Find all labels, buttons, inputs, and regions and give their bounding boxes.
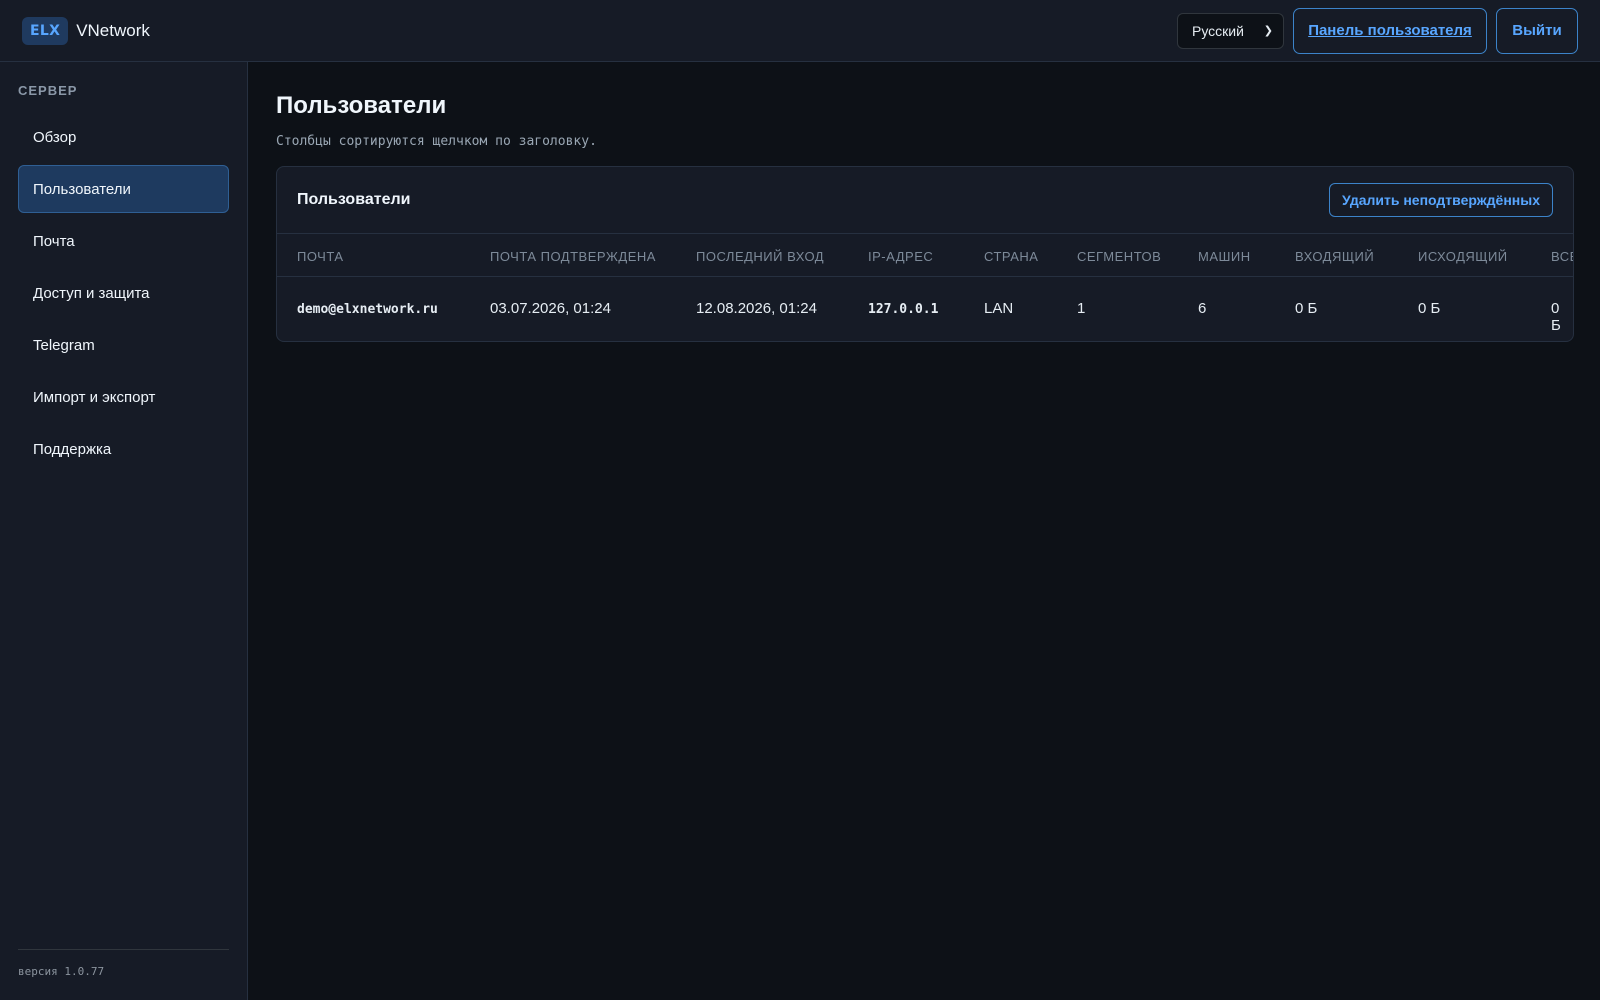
column-header-outgoing[interactable]: ИСХОДЯЩИЙ (1418, 249, 1508, 264)
page-subtitle: Столбцы сортируются щелчком по заголовку… (276, 134, 597, 149)
logo-badge: ELX (22, 16, 69, 45)
cell-incoming: 0 Б (1295, 300, 1318, 317)
sidebar-item-mail[interactable]: Почта (18, 217, 229, 265)
cell-ip: 127.0.0.1 (868, 302, 939, 317)
sidebar-nav: Обзор Пользователи Почта Доступ и защита… (18, 113, 229, 473)
cell-last-login: 12.08.2026, 01:24 (696, 300, 817, 317)
cell-machines: 6 (1198, 300, 1207, 317)
user-panel-button[interactable]: Панель пользователя (1293, 7, 1487, 54)
cell-email: demo@elxnetwork.ru (297, 302, 438, 317)
sidebar-item-overview[interactable]: Обзор (18, 113, 229, 161)
column-header-email[interactable]: ПОЧТА (297, 249, 344, 264)
sidebar-item-users[interactable]: Пользователи (18, 165, 229, 213)
top-bar-actions: Русский ❯ Панель пользователя Выйти (1177, 7, 1578, 54)
cell-email-confirmed: 03.07.2026, 01:24 (490, 300, 611, 317)
sidebar-item-telegram[interactable]: Telegram (18, 321, 229, 369)
cell-country: LAN (984, 300, 1014, 317)
brand-name: VNetwork (76, 20, 150, 40)
language-select-value: Русский (1192, 22, 1244, 39)
column-header-segments[interactable]: СЕГМЕНТОВ (1077, 249, 1161, 264)
card-header: Пользователи Удалить неподтверждённых (277, 167, 1573, 234)
page-title: Пользователи (276, 92, 447, 119)
sidebar-item-import-export[interactable]: Импорт и экспорт (18, 373, 229, 421)
main-content: Пользователи Столбцы сортируются щелчком… (276, 62, 1574, 342)
column-header-incoming[interactable]: ВХОДЯЩИЙ (1295, 249, 1374, 264)
sidebar-item-access-security[interactable]: Доступ и защита (18, 269, 229, 317)
chevron-down-icon: ❯ (1263, 25, 1273, 37)
column-header-machines[interactable]: МАШИН (1198, 249, 1251, 264)
column-header-ip[interactable]: IP-АДРЕС (868, 249, 933, 264)
version-label: версия 1.0.77 (18, 949, 229, 978)
column-header-total[interactable]: ВСЕ (1551, 249, 1573, 264)
card-title: Пользователи (297, 191, 411, 208)
column-header-country[interactable]: СТРАНА (984, 249, 1038, 264)
logout-button[interactable]: Выйти (1496, 7, 1578, 54)
sidebar-heading: СЕРВЕР (18, 83, 78, 98)
top-bar: ELX VNetwork Русский ❯ Панель пользовате… (0, 0, 1600, 62)
table-header-divider (277, 276, 1573, 277)
cell-total: 0 Б (1551, 300, 1561, 334)
language-select[interactable]: Русский ❯ (1177, 12, 1284, 49)
sidebar-item-support[interactable]: Поддержка (18, 425, 229, 473)
sidebar: СЕРВЕР Обзор Пользователи Почта Доступ и… (0, 62, 248, 1000)
users-card: Пользователи Удалить неподтверждённых ПО… (276, 166, 1574, 342)
users-table: ПОЧТА ПОЧТА ПОДТВЕРЖДЕНА ПОСЛЕДНИЙ ВХОД … (277, 234, 1573, 341)
column-header-last-login[interactable]: ПОСЛЕДНИЙ ВХОД (696, 249, 824, 264)
cell-segments: 1 (1077, 300, 1086, 317)
cell-outgoing: 0 Б (1418, 300, 1441, 317)
delete-unconfirmed-button[interactable]: Удалить неподтверждённых (1329, 183, 1553, 217)
column-header-email-confirmed[interactable]: ПОЧТА ПОДТВЕРЖДЕНА (490, 249, 656, 264)
